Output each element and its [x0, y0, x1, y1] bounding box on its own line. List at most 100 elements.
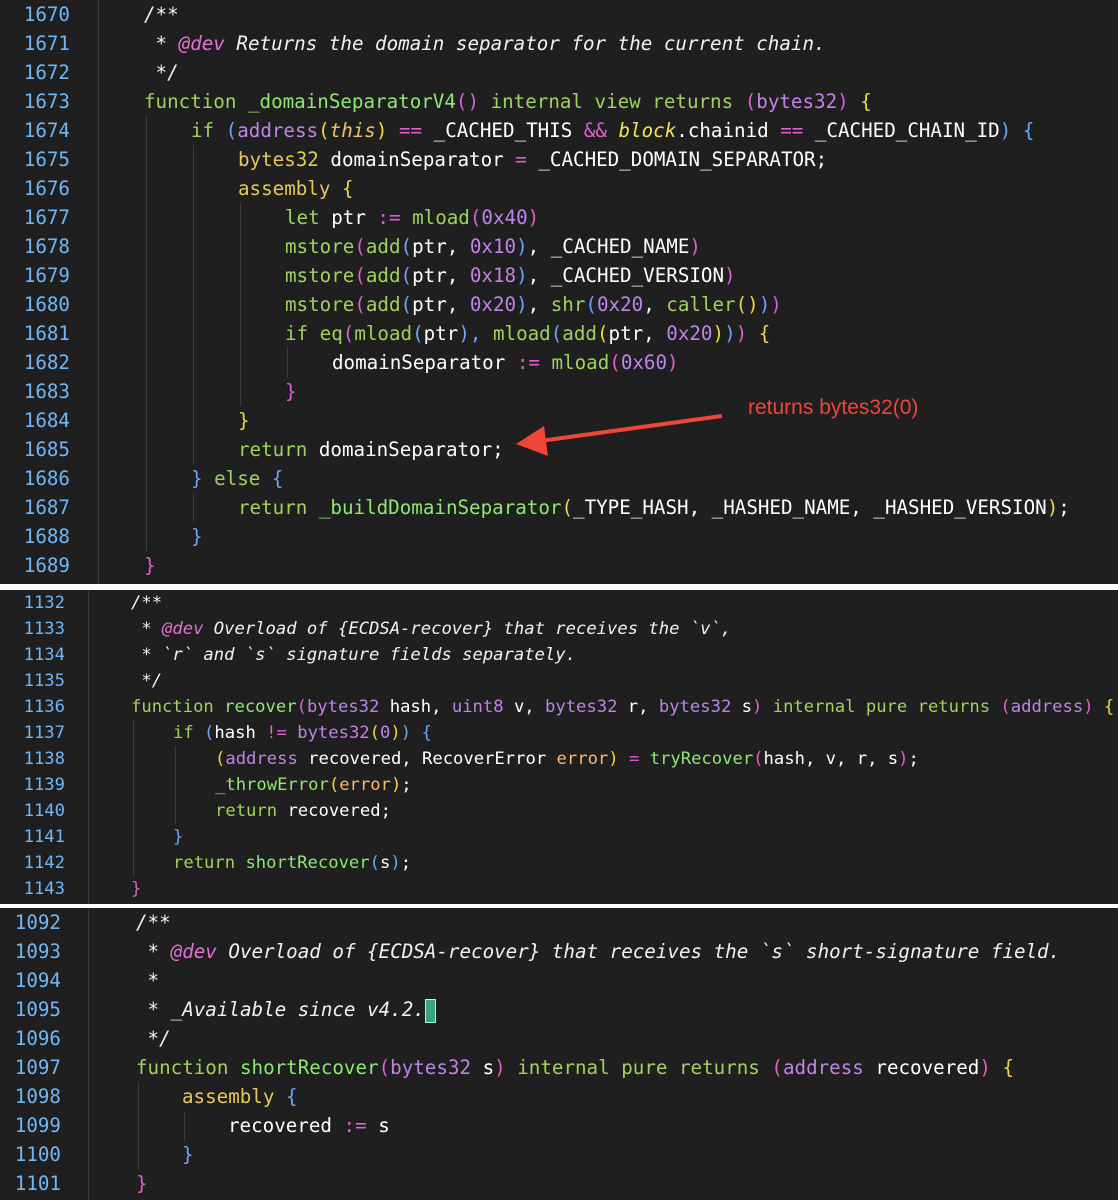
code-line[interactable]: 1101}	[0, 1169, 1118, 1198]
code-line[interactable]: 1673 function _domainSeparatorV4() intern…	[0, 87, 1118, 116]
code-token: ptr	[331, 206, 366, 229]
code-token: bytes32	[238, 148, 331, 171]
line-number: 1679	[23, 264, 70, 287]
code-line[interactable]: 1092 /**	[0, 908, 1118, 937]
line-code: /**	[131, 590, 162, 616]
code-token: _HASHED_VERSION	[873, 496, 1047, 519]
code-token: address	[782, 1056, 876, 1079]
indent-guide	[133, 850, 134, 876]
code-token: )	[999, 119, 1023, 142]
code-token: ,	[524, 697, 545, 717]
code-line[interactable]: 1684}	[0, 406, 1118, 435]
code-line[interactable]: 1093 * @dev Overload of {ECDSA-recover} …	[0, 937, 1118, 966]
code-token: _CACHED_NAME	[550, 235, 690, 258]
code-token: return	[173, 853, 246, 873]
line-number: 1677	[23, 206, 70, 229]
code-line[interactable]: 1672 */	[0, 58, 1118, 87]
code-token: s	[379, 853, 391, 873]
code-line[interactable]: 1681 if eq(mload(ptr), mload(add(ptr, 0x2…	[0, 319, 1118, 348]
code-line[interactable]: 1138 (address recovered, RecoverError err…	[0, 746, 1118, 772]
code-token: _buildDomainSeparator	[318, 496, 562, 519]
indent-guide	[193, 319, 194, 348]
indent-guide	[193, 348, 194, 377]
code-line[interactable]: 1096 */	[0, 1024, 1118, 1053]
code-token: Returns the domain separator for the cur…	[224, 32, 826, 55]
line-code: }	[131, 824, 183, 850]
code-token: (	[609, 351, 621, 374]
line-code: function _domainSeparatorV4() internal v…	[144, 87, 872, 116]
code-line[interactable]: 1679 mstore(add(ptr, 0x18), _CACHED_VERSI…	[0, 261, 1118, 290]
code-token: (	[225, 119, 238, 142]
code-token: internal	[490, 90, 595, 113]
code-token: /**	[131, 593, 163, 613]
code-line[interactable]: 1099 recovered := s	[0, 1111, 1118, 1140]
code-token: )	[400, 723, 422, 743]
code-line[interactable]: 1134 * `r` and `s` signature fields sepa…	[0, 642, 1118, 668]
indent-guide	[146, 174, 147, 203]
code-line[interactable]: 1671 * @dev Returns the domain separator…	[0, 29, 1118, 58]
line-code: }	[136, 1169, 148, 1198]
line-number: 1097	[14, 1056, 61, 1079]
code-token: }	[191, 467, 215, 490]
code-line[interactable]: 1687 return _buildDomainSeparator(_TYPE_H…	[0, 493, 1118, 522]
code-line[interactable]: 1675 bytes32 domainSeparator = _CACHED_DO…	[0, 145, 1118, 174]
code-line[interactable]: 1133 * @dev Overload of {ECDSA-recover} …	[0, 616, 1118, 642]
code-token: Overload of {ECDSA-recover} that receive…	[203, 619, 732, 639]
code-token: ()	[455, 90, 491, 113]
code-token: =	[618, 749, 650, 769]
line-number: 1142	[23, 853, 65, 873]
code-line[interactable]: 1098 assembly {	[0, 1082, 1118, 1111]
line-number: 1682	[23, 351, 70, 374]
code-token: *	[131, 619, 163, 639]
code-line[interactable]: 1683}	[0, 377, 1118, 406]
code-line[interactable]: 1142 return shortRecover(s);	[0, 850, 1118, 876]
code-token: recovered	[287, 801, 381, 821]
code-line[interactable]: 1689}	[0, 551, 1118, 580]
code-line[interactable]: 1137 if (hash != bytes32(0)) {	[0, 720, 1118, 746]
code-panel-recover: 1132 /** 1133 * @dev Overload of {ECDSA-re…	[0, 590, 1118, 904]
line-code: _throwError(error);	[131, 772, 412, 798]
code-line[interactable]: 1100}	[0, 1140, 1118, 1169]
code-token: add	[365, 235, 401, 258]
code-line[interactable]: 1670 /**	[0, 0, 1118, 29]
code-line[interactable]: 1143}	[0, 876, 1118, 902]
code-line[interactable]: 1135 */	[0, 668, 1118, 694]
code-token: )	[516, 235, 528, 258]
code-line[interactable]: 1678 mstore(add(ptr, 0x10), _CACHED_NAME)	[0, 232, 1118, 261]
code-token: ptr	[412, 264, 447, 287]
code-token: (	[342, 322, 355, 345]
line-number: 1685	[23, 438, 70, 461]
code-token: domainSeparator	[318, 438, 493, 461]
line-code: let ptr := mload(0x40)	[144, 203, 539, 232]
code-line[interactable]: 1686} else {	[0, 464, 1118, 493]
code-token: view	[594, 90, 653, 113]
code-token: returns	[678, 1056, 772, 1079]
code-line[interactable]: 1141}	[0, 824, 1118, 850]
code-token: (	[296, 697, 307, 717]
code-line[interactable]: 1136 function recover(bytes32 hash, uint8…	[0, 694, 1118, 720]
code-line[interactable]: 1097 function shortRecover(bytes32 s) int…	[0, 1053, 1118, 1082]
annotation-label: returns bytes32(0)	[748, 396, 919, 419]
code-token: )	[712, 322, 725, 345]
code-token: )	[837, 90, 861, 113]
code-token: {	[1002, 1056, 1015, 1079]
code-token: !=	[255, 723, 298, 743]
code-line[interactable]: 1095 * _Available since v4.2.	[0, 995, 1118, 1024]
code-line[interactable]: 1676 assembly {	[0, 174, 1118, 203]
code-line[interactable]: 1688}	[0, 522, 1118, 551]
code-token: )	[724, 322, 736, 345]
code-token: ,	[867, 749, 888, 769]
code-line[interactable]: 1674 if (address(this) == _CACHED_THIS &&…	[0, 116, 1118, 145]
code-token: recovered	[308, 749, 402, 769]
code-line[interactable]: 1094 *	[0, 966, 1118, 995]
code-line[interactable]: 1132 /**	[0, 590, 1118, 616]
code-line[interactable]: 1140 return recovered;	[0, 798, 1118, 824]
code-line[interactable]: 1139 _throwError(error);	[0, 772, 1118, 798]
code-token: (	[328, 775, 340, 795]
code-line[interactable]: 1680 mstore(add(ptr, 0x20), shr(0x20, cal…	[0, 290, 1118, 319]
code-line[interactable]: 1682 domainSeparator := mload(0x60)	[0, 348, 1118, 377]
code-line[interactable]: 1677 let ptr := mload(0x40)	[0, 203, 1118, 232]
code-line[interactable]: 1685 return domainSeparator;	[0, 435, 1118, 464]
code-token: returns	[652, 90, 745, 113]
code-token: {	[285, 1085, 298, 1108]
